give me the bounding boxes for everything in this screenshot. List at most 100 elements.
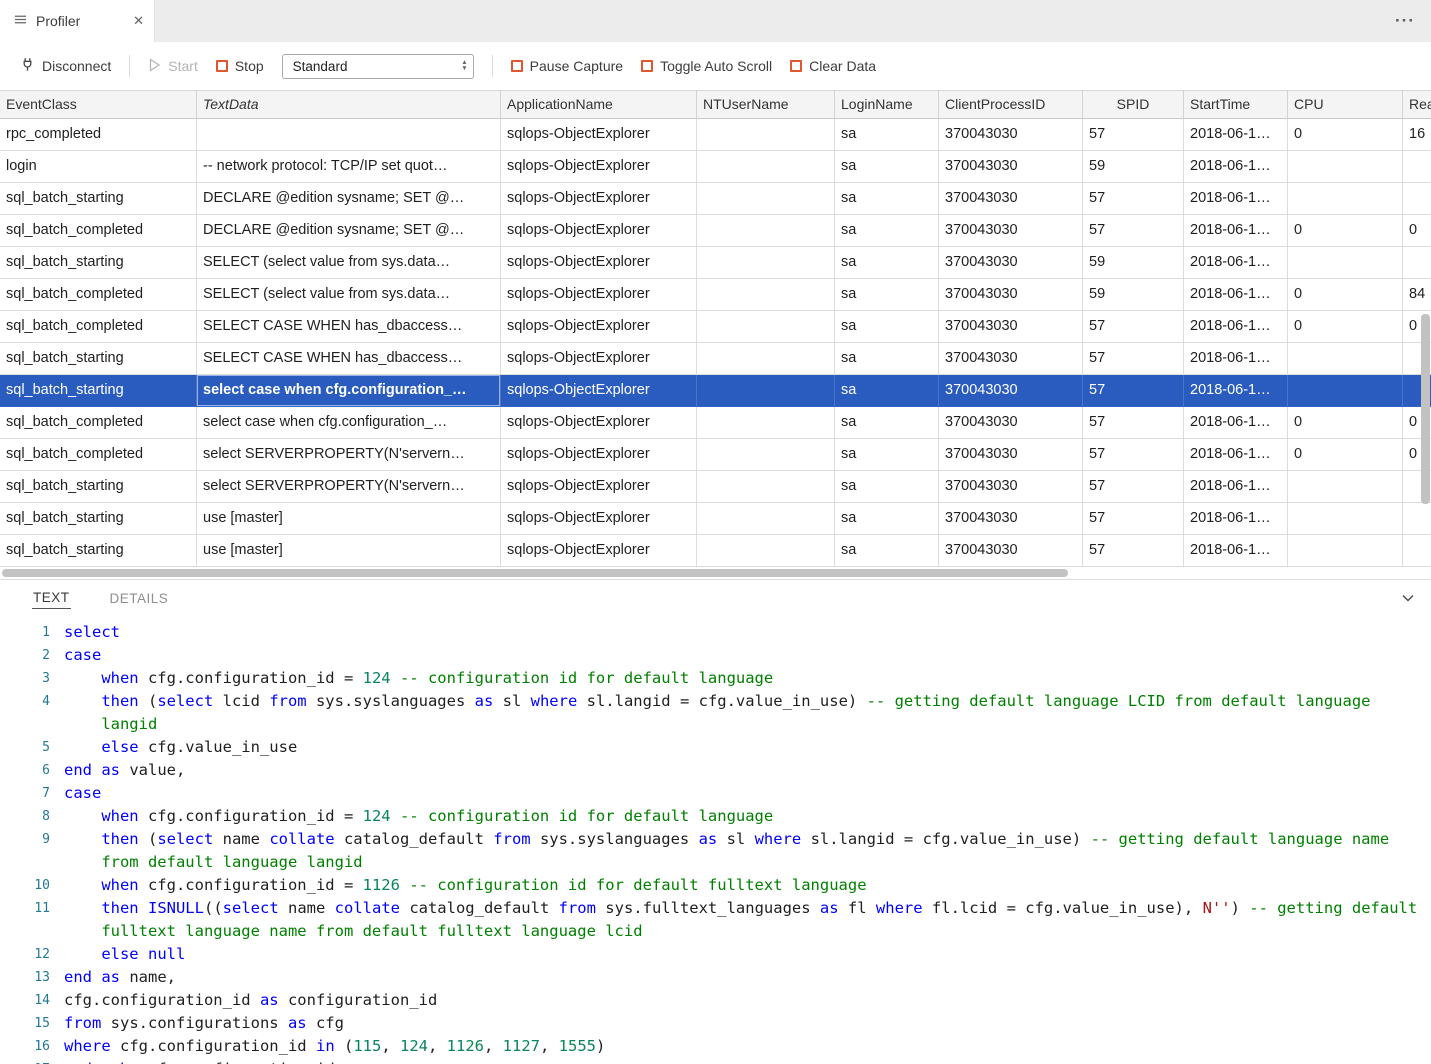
grid-row[interactable]: sql_batch_startingSELECT (select value f…	[0, 247, 1431, 279]
grid-cell[interactable]	[1403, 183, 1431, 215]
grid-cell[interactable]: SELECT CASE WHEN has_dbaccess…	[197, 343, 501, 375]
grid-cell[interactable]: 2018-06-1…	[1184, 471, 1288, 503]
grid-cell[interactable]: 57	[1083, 503, 1184, 535]
grid-cell[interactable]: 57	[1083, 439, 1184, 471]
grid-cell[interactable]: 370043030	[939, 279, 1083, 311]
grid-cell[interactable]: sqlops-ObjectExplorer	[501, 183, 697, 215]
toggle-auto-scroll-button[interactable]: Toggle Auto Scroll	[641, 58, 772, 74]
grid-cell[interactable]	[1403, 247, 1431, 279]
tab-profiler[interactable]: Profiler ✕	[0, 0, 155, 42]
tab-text[interactable]: TEXT	[32, 587, 71, 609]
grid-body[interactable]: rpc_completedsqlops-ObjectExplorersa3700…	[0, 119, 1431, 567]
grid-row[interactable]: sql_batch_completedSELECT CASE WHEN has_…	[0, 311, 1431, 343]
grid-cell[interactable]: 370043030	[939, 439, 1083, 471]
grid-cell[interactable]: sqlops-ObjectExplorer	[501, 503, 697, 535]
grid-cell[interactable]	[697, 247, 835, 279]
grid-cell[interactable]: 57	[1083, 215, 1184, 247]
grid-cell[interactable]: DECLARE @edition sysname; SET @…	[197, 215, 501, 247]
grid-cell[interactable]: sql_batch_completed	[0, 215, 197, 247]
grid-cell[interactable]: sqlops-ObjectExplorer	[501, 535, 697, 567]
grid-cell[interactable]: sql_batch_completed	[0, 279, 197, 311]
grid-row[interactable]: sql_batch_completedDECLARE @edition sysn…	[0, 215, 1431, 247]
grid-cell[interactable]: 370043030	[939, 407, 1083, 439]
grid-cell[interactable]: 2018-06-1…	[1184, 343, 1288, 375]
grid-cell[interactable]	[697, 119, 835, 151]
grid-cell[interactable]: 370043030	[939, 119, 1083, 151]
grid-cell[interactable]: 0	[1288, 215, 1403, 247]
grid-cell[interactable]: sql_batch_starting	[0, 183, 197, 215]
grid-cell[interactable]: 57	[1083, 343, 1184, 375]
chevron-down-icon[interactable]	[1399, 589, 1417, 607]
grid-cell[interactable]: 370043030	[939, 535, 1083, 567]
grid-cell[interactable]: DECLARE @edition sysname; SET @…	[197, 183, 501, 215]
tab-details[interactable]: DETAILS	[109, 588, 170, 609]
grid-cell[interactable]: sa	[835, 503, 939, 535]
grid-row[interactable]: sql_batch_startingSELECT CASE WHEN has_d…	[0, 343, 1431, 375]
grid-cell[interactable]: use [master]	[197, 503, 501, 535]
grid-cell[interactable]: sa	[835, 439, 939, 471]
grid-row[interactable]: sql_batch_startingDECLARE @edition sysna…	[0, 183, 1431, 215]
grid-cell[interactable]	[697, 215, 835, 247]
session-view-select[interactable]: Standard ▲▼	[282, 54, 474, 79]
grid-cell[interactable]: sa	[835, 343, 939, 375]
grid-cell[interactable]: sa	[835, 119, 939, 151]
grid-cell[interactable]: sa	[835, 247, 939, 279]
grid-cell[interactable]: sql_batch_starting	[0, 375, 197, 407]
horizontal-scrollbar[interactable]	[2, 569, 1068, 577]
grid-cell[interactable]: sql_batch_starting	[0, 535, 197, 567]
grid-row[interactable]: sql_batch_startingselect SERVERPROPERTY(…	[0, 471, 1431, 503]
grid-cell[interactable]: 59	[1083, 279, 1184, 311]
grid-cell[interactable]: 370043030	[939, 151, 1083, 183]
column-header-starttime[interactable]: StartTime	[1184, 91, 1288, 119]
grid-cell[interactable]: login	[0, 151, 197, 183]
grid-cell[interactable]: sqlops-ObjectExplorer	[501, 119, 697, 151]
grid-cell[interactable]: 2018-06-1…	[1184, 183, 1288, 215]
grid-cell[interactable]	[1288, 247, 1403, 279]
clear-data-button[interactable]: Clear Data	[790, 58, 876, 74]
sql-text-content[interactable]: 1select2case3when cfg.configuration_id =…	[0, 616, 1431, 1064]
grid-cell[interactable]: 2018-06-1…	[1184, 151, 1288, 183]
grid-row[interactable]: sql_batch_completedselect SERVERPROPERTY…	[0, 439, 1431, 471]
start-button[interactable]: Start	[148, 58, 198, 75]
grid-cell[interactable]: sa	[835, 375, 939, 407]
grid-cell[interactable]: 57	[1083, 119, 1184, 151]
grid-cell[interactable]: rpc_completed	[0, 119, 197, 151]
more-actions-icon[interactable]: ···	[1379, 11, 1431, 31]
grid-cell[interactable]: sa	[835, 407, 939, 439]
grid-cell[interactable]: 2018-06-1…	[1184, 503, 1288, 535]
grid-cell[interactable]: 16	[1403, 119, 1431, 151]
grid-cell[interactable]	[1288, 375, 1403, 407]
column-header-clientprocessid[interactable]: ClientProcessID	[939, 91, 1083, 119]
grid-cell[interactable]: 370043030	[939, 343, 1083, 375]
grid-cell[interactable]	[697, 535, 835, 567]
grid-cell[interactable]	[1288, 183, 1403, 215]
column-header-spid[interactable]: SPID	[1083, 91, 1184, 119]
column-header-cpu[interactable]: CPU	[1288, 91, 1403, 119]
grid-cell[interactable]: 57	[1083, 535, 1184, 567]
grid-cell[interactable]: 370043030	[939, 247, 1083, 279]
grid-row[interactable]: rpc_completed sqlops-ObjectExplorer sa3700…	[0, 119, 1431, 151]
grid-cell[interactable]: -- network protocol: TCP/IP set quot…	[197, 151, 501, 183]
grid-cell[interactable]: 2018-06-1…	[1184, 119, 1288, 151]
grid-cell[interactable]: 57	[1083, 375, 1184, 407]
grid-cell[interactable]	[1288, 503, 1403, 535]
grid-cell[interactable]: 0	[1288, 279, 1403, 311]
grid-cell[interactable]: sa	[835, 311, 939, 343]
grid-cell[interactable]	[697, 471, 835, 503]
grid-cell[interactable]: sa	[835, 151, 939, 183]
vertical-scrollbar[interactable]	[1421, 314, 1430, 504]
grid-cell[interactable]: sqlops-ObjectExplorer	[501, 151, 697, 183]
column-header-ntusername[interactable]: NTUserName	[697, 91, 835, 119]
grid-cell[interactable]	[697, 503, 835, 535]
grid-cell[interactable]: select case when cfg.configuration_…	[197, 375, 501, 407]
grid-cell[interactable]: use [master]	[197, 535, 501, 567]
column-header-eventclass[interactable]: EventClass	[0, 91, 197, 119]
grid-cell[interactable]: sqlops-ObjectExplorer	[501, 375, 697, 407]
grid-cell[interactable]: 2018-06-1…	[1184, 311, 1288, 343]
grid-cell[interactable]	[697, 151, 835, 183]
grid-row[interactable]: sql_batch_completedSELECT (select value …	[0, 279, 1431, 311]
grid-cell[interactable]	[1403, 503, 1431, 535]
grid-cell[interactable]	[197, 119, 501, 151]
grid-row[interactable]: login-- network protocol: TCP/IP set quo…	[0, 151, 1431, 183]
grid-cell[interactable]: sa	[835, 183, 939, 215]
